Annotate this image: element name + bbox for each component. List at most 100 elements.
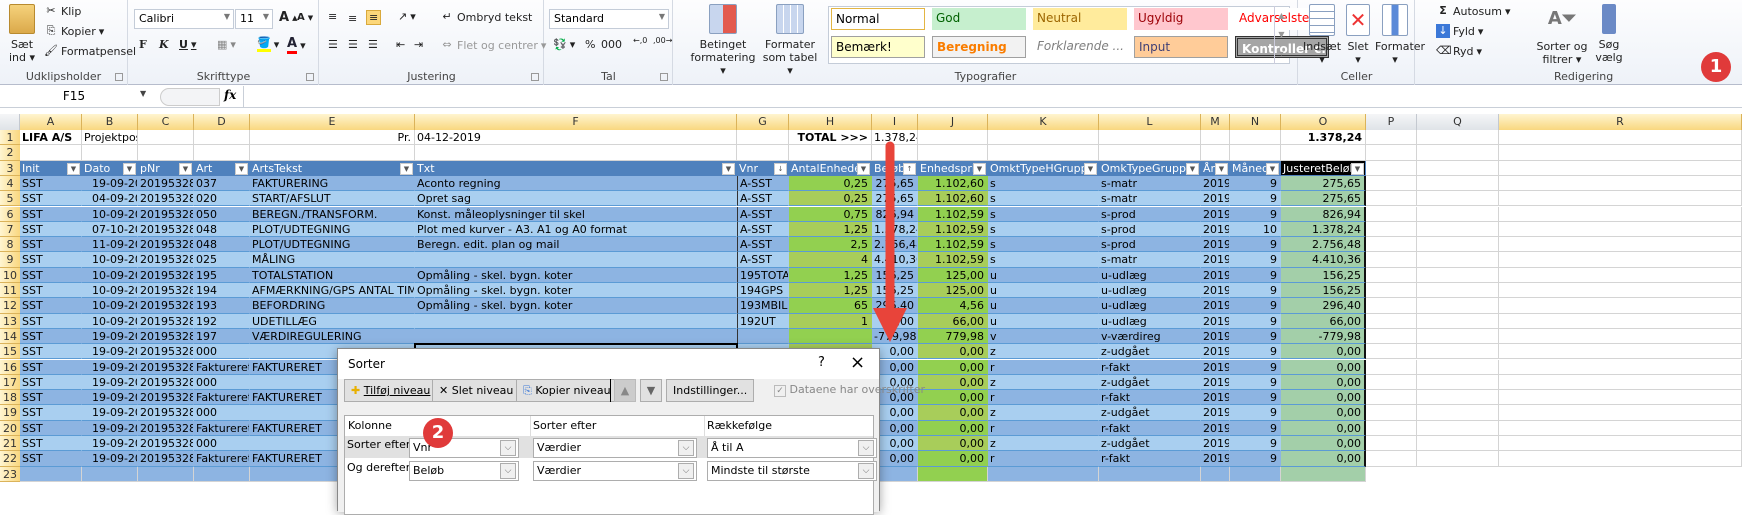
cell-enhedspris[interactable]: 1.102,60 [918, 191, 988, 207]
cell-style-normal[interactable]: Normal [831, 8, 925, 30]
cell-år[interactable]: 2019 [1201, 451, 1230, 467]
cell-måned[interactable]: 9 [1230, 436, 1281, 452]
column-header-D[interactable]: D [194, 114, 250, 130]
cell[interactable] [194, 145, 250, 161]
cell-omkttypehgruppe[interactable]: v [988, 328, 1099, 345]
delete-level-button[interactable]: ✕ Slet niveau [432, 379, 521, 402]
cell[interactable] [82, 145, 138, 161]
cell-dato[interactable]: 19-09-2019 [82, 420, 138, 436]
cell-år[interactable]: 2019 [1201, 374, 1230, 391]
cell[interactable] [250, 145, 415, 161]
cell-enhedspris[interactable]: 0,00 [918, 374, 988, 391]
cell-omktypegruppe[interactable]: z-udgået [1099, 405, 1201, 421]
cell-måned[interactable]: 9 [1230, 252, 1281, 268]
cut-button[interactable]: ✂ Klip [44, 4, 81, 18]
cell[interactable] [918, 130, 988, 146]
cell-år[interactable]: 2019 [1201, 436, 1230, 452]
cell-vnr[interactable]: A-SST [737, 175, 789, 192]
cell-antalenheder[interactable]: 1 [789, 313, 872, 329]
format-cells-button[interactable]: Formater ▾ [1375, 4, 1425, 66]
cell-A1[interactable]: LIFA A/S [20, 130, 82, 146]
font-color-button[interactable]: A ▾ [287, 36, 306, 54]
cell-måned[interactable]: 9 [1230, 298, 1281, 314]
cell[interactable] [1366, 283, 1417, 299]
cell[interactable] [988, 130, 1099, 146]
cell-omkttypehgruppe[interactable]: z [988, 344, 1099, 360]
cell-omktypegruppe[interactable]: s-matr [1099, 191, 1201, 207]
shrink-font-button[interactable]: A ▼ [297, 12, 313, 23]
cell[interactable] [1499, 359, 1742, 375]
column-header-G[interactable]: G [737, 114, 789, 130]
cell-dato[interactable]: 19-09-2019 [82, 374, 138, 391]
sort-on-select[interactable]: Værdier ⌵ [533, 461, 697, 481]
cell[interactable] [1499, 160, 1742, 176]
cell-artstekst[interactable]: FAKTURERING [250, 175, 415, 192]
delete-cells-button[interactable]: ✕ Slet ▾ [1343, 4, 1373, 66]
cell-justeretbeløb[interactable]: 0,00 [1281, 405, 1366, 421]
cell-justeretbeløb[interactable]: 156,25 [1281, 267, 1366, 283]
cell-enhedspris[interactable]: 4,56 [918, 298, 988, 314]
sort-on-select[interactable]: Værdier ⌵ [533, 438, 697, 458]
sort-column-select[interactable]: Beløb ⌵ [409, 461, 519, 481]
cell-style-neutral[interactable]: Neutral [1033, 8, 1127, 30]
number-launcher[interactable] [660, 73, 668, 81]
cell-pnr[interactable]: 20195328 [138, 328, 194, 345]
cell[interactable] [1417, 298, 1499, 314]
cell[interactable] [82, 466, 138, 482]
cell[interactable] [194, 130, 250, 146]
cell[interactable] [1366, 405, 1417, 421]
cell-txt[interactable]: Beregn. edit. plan og mail [415, 237, 737, 253]
cell-måned[interactable]: 9 [1230, 374, 1281, 391]
row-header[interactable]: 8 [0, 237, 20, 253]
cell-antalenheder[interactable]: 65 [789, 298, 872, 314]
cell-dato[interactable]: 10-09-2019 [82, 298, 138, 314]
cell-dato[interactable]: 19-09-2019 [82, 451, 138, 467]
clear-button[interactable]: ⌫ Ryd ▾ [1436, 44, 1482, 58]
table-header-enhedspris[interactable]: Enhedspris ▼ [918, 160, 988, 176]
cell-omkttypehgruppe[interactable]: s [988, 237, 1099, 253]
cell-måned[interactable]: 9 [1230, 191, 1281, 207]
cell[interactable] [1366, 206, 1417, 222]
cell-dato[interactable]: 19-09-2019 [82, 405, 138, 421]
cell-år[interactable]: 2019 [1201, 298, 1230, 314]
cell[interactable] [1499, 298, 1742, 314]
cell-init[interactable]: SST [20, 344, 82, 360]
table-header-omktypegruppe[interactable]: OmkTypeGruppe ▼ [1099, 160, 1201, 176]
cell-år[interactable]: 2019 [1201, 191, 1230, 207]
cell-pnr[interactable]: 20195328 [138, 252, 194, 268]
cell[interactable] [1366, 267, 1417, 283]
cell-dato[interactable]: 10-09-2019 [82, 313, 138, 329]
row-header-2[interactable]: 2 [0, 145, 20, 161]
cell[interactable] [1417, 160, 1499, 176]
cell-pnr[interactable]: 20195328 [138, 298, 194, 314]
cell-justeretbeløb[interactable]: 275,65 [1281, 175, 1366, 192]
cell[interactable] [1417, 175, 1499, 192]
cell[interactable] [1499, 328, 1742, 345]
cell-omktypegruppe[interactable]: s-matr [1099, 175, 1201, 192]
cell-pnr[interactable]: 20195328 [138, 359, 194, 375]
cell-måned[interactable]: 9 [1230, 206, 1281, 222]
cell-artstekst[interactable]: MÅLING [250, 252, 415, 268]
cell-art[interactable]: 048 [194, 221, 250, 238]
increase-indent-button[interactable]: ⇥ [414, 38, 423, 51]
cell-txt[interactable]: Opmåling - skel. bygn. koter [415, 298, 737, 314]
cell-artstekst[interactable]: BEFORDRING [250, 298, 415, 314]
sort-order-select[interactable]: Å til A ⌵ [707, 438, 877, 458]
cell[interactable] [1499, 206, 1742, 222]
move-up-button[interactable]: ▲ [614, 379, 636, 402]
cell-init[interactable]: SST [20, 221, 82, 238]
cell-omkttypehgruppe[interactable]: u [988, 298, 1099, 314]
format-painter-button[interactable]: 🖌 Formatpensel [44, 44, 136, 58]
column-header-B[interactable]: B [82, 114, 138, 130]
cell-pnr[interactable]: 20195328 [138, 451, 194, 467]
align-middle-button[interactable]: ≡ [348, 12, 357, 25]
cell-style-bemærk[interactable]: Bemærk! [831, 36, 925, 58]
cell-pnr[interactable]: 20195328 [138, 206, 194, 222]
cell-artstekst[interactable]: VÆRDIREGULERING [250, 328, 415, 345]
cell-enhedspris[interactable]: 0,00 [918, 405, 988, 421]
cell-omkttypehgruppe[interactable]: s [988, 175, 1099, 192]
cell-omkttypehgruppe[interactable]: s [988, 252, 1099, 268]
cell-pnr[interactable]: 20195328 [138, 436, 194, 452]
function-icon[interactable]: fx [224, 88, 236, 102]
column-header-Q[interactable]: Q [1417, 114, 1499, 130]
